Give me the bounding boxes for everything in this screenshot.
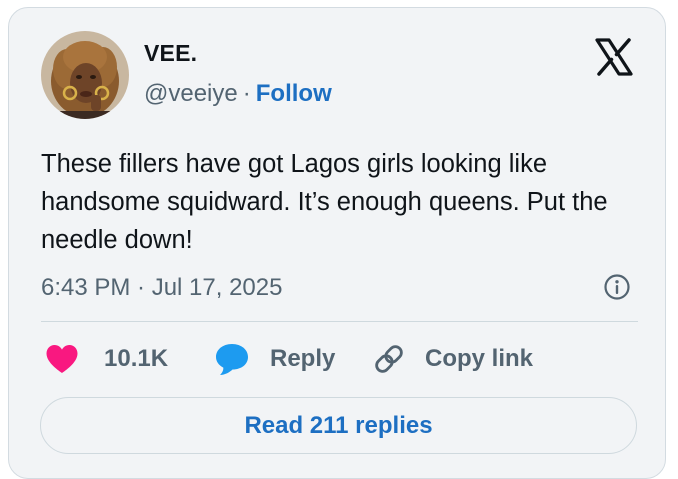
copy-link-button[interactable]: Copy link — [371, 341, 533, 377]
read-replies-label: Read 211 replies — [244, 411, 433, 439]
link-icon — [371, 341, 407, 377]
avatar-photo — [41, 31, 129, 119]
read-replies-button[interactable]: Read 211 replies — [40, 397, 637, 454]
avatar[interactable] — [41, 31, 129, 119]
tweet-timestamp[interactable]: 6:43 PM · Jul 17, 2025 — [41, 274, 282, 302]
author-name[interactable]: VEE. — [144, 40, 197, 67]
author-handle-row: @veeiye · Follow — [144, 80, 332, 108]
like-count: 10.1K — [104, 345, 169, 372]
reply-label: Reply — [270, 345, 336, 372]
reply-button[interactable]: Reply — [214, 341, 335, 377]
tweet-text: These fillers have got Lagos girls looki… — [41, 150, 608, 254]
heart-icon — [45, 344, 79, 374]
follow-link[interactable]: Follow — [256, 80, 332, 107]
divider — [41, 321, 638, 322]
author-handle[interactable]: @veeiye — [144, 80, 238, 107]
like-button[interactable]: 10.1K — [45, 341, 168, 377]
separator-dot: · — [242, 80, 251, 107]
x-logo-icon[interactable] — [594, 37, 634, 77]
speech-bubble-icon — [214, 342, 250, 376]
info-icon[interactable] — [603, 273, 631, 301]
tweet-card: VEE. @veeiye · Follow These fillers have g… — [8, 7, 666, 479]
copy-link-label: Copy link — [425, 345, 534, 372]
